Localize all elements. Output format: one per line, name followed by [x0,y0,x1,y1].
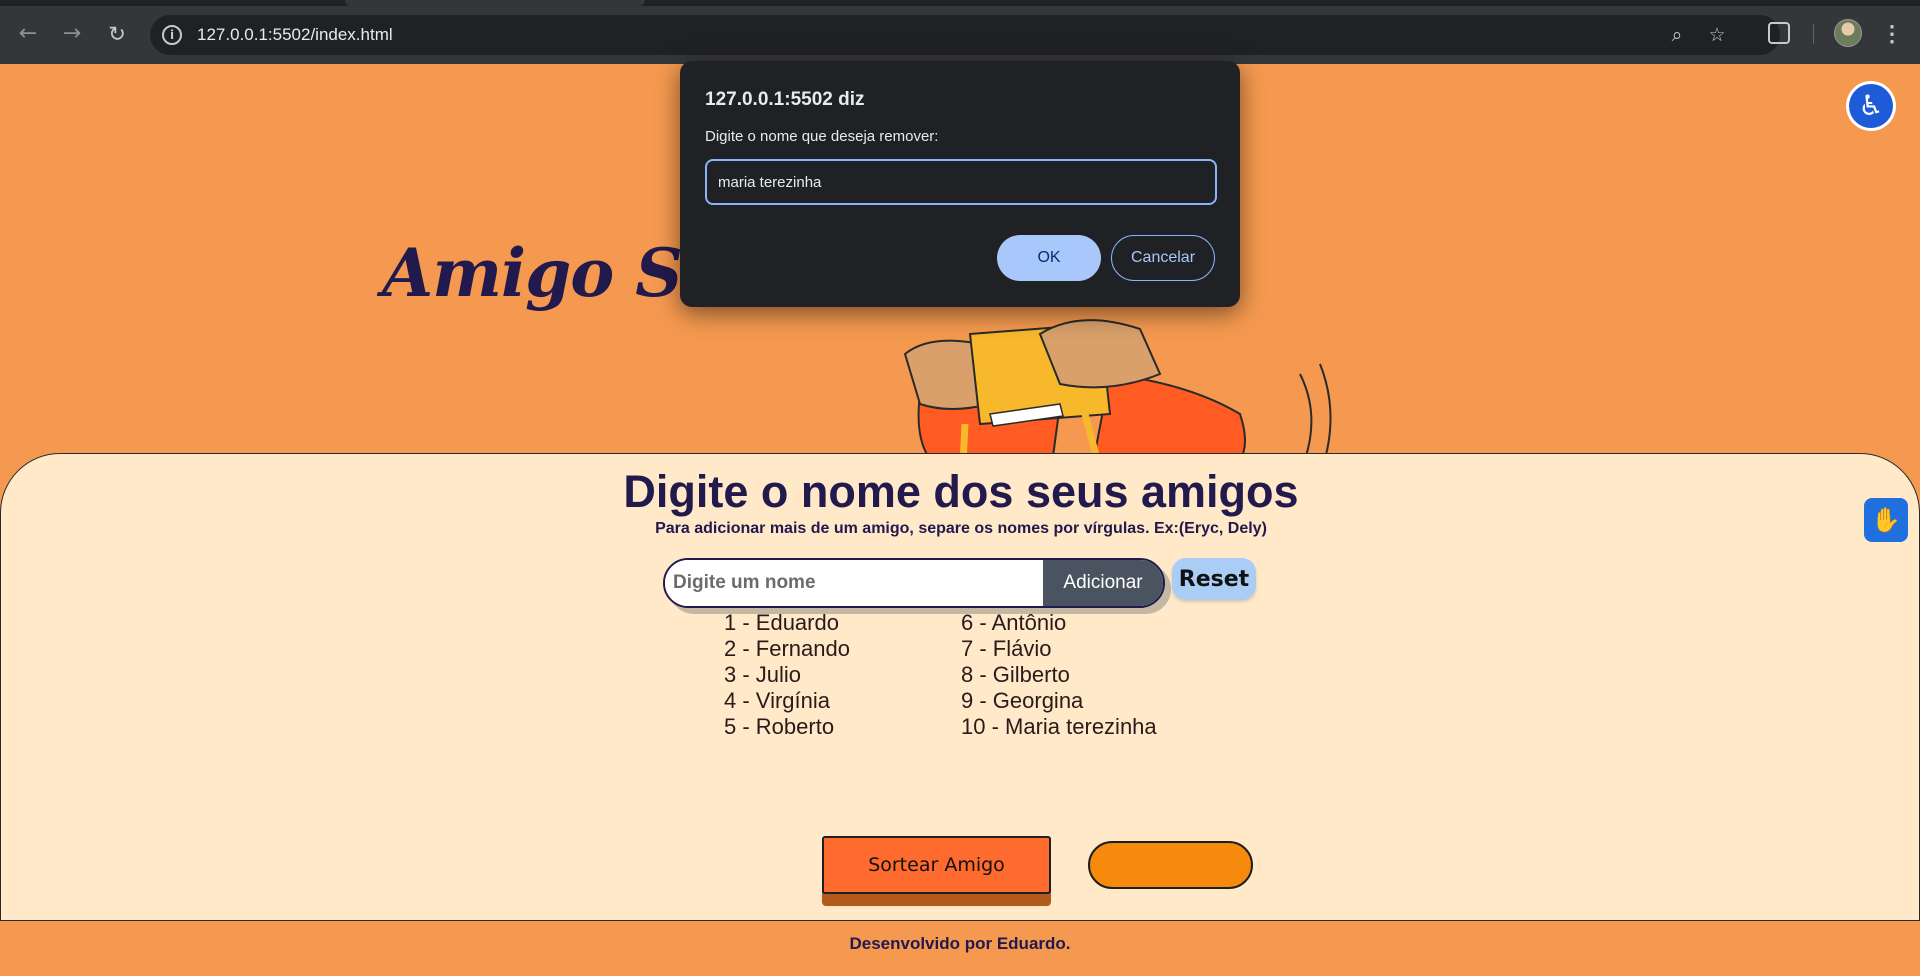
draw-friend-label: Sortear Amigo [822,836,1051,894]
list-item: 4 - Virgínia [724,688,830,713]
sign-language-icon[interactable]: ✋ [1864,498,1908,542]
prompt-dialog: 127.0.0.1:5502 diz Digite o nome que des… [680,61,1240,307]
accessibility-icon: ♿ [1849,84,1893,128]
zoom-icon[interactable]: ⌕ [1665,23,1689,47]
friends-card: Digite o nome dos seus amigos Para adici… [0,453,1920,921]
friends-list-column-1: 1 - Eduardo 2 - Fernando 3 - Julio 4 - V… [724,610,850,740]
toolbar-divider [1813,24,1814,44]
accessibility-button[interactable]: ♿ [1846,81,1896,131]
dialog-title: 127.0.0.1:5502 diz [705,89,865,110]
card-subtitle: Para adicionar mais de um amigo, separe … [655,520,1267,537]
site-info-icon[interactable]: i [162,25,182,45]
address-bar[interactable]: i 127.0.0.1:5502/index.html ⌕ ☆ [150,15,1780,55]
list-item: 9 - Georgina [961,688,1084,713]
orange-action-button[interactable] [1088,841,1253,889]
profile-avatar[interactable] [1834,19,1862,47]
page-footer: Desenvolvido por Eduardo. [0,921,1920,976]
active-tab[interactable] [345,0,645,6]
bookmark-star-icon[interactable]: ☆ [1705,23,1729,47]
list-item: 6 - Antônio [961,610,1067,635]
list-item: 8 - Gilberto [961,662,1070,687]
illustration-hand-right [1038,319,1162,389]
name-input[interactable] [665,560,1043,606]
back-arrow-icon[interactable]: ← [12,18,44,50]
menu-kebab-icon[interactable]: ⋮ [1880,18,1904,50]
browser-toolbar: ← → ↻ i 127.0.0.1:5502/index.html ⌕ ☆ ⋮ [0,0,1920,64]
list-item: 7 - Flávio [961,636,1052,661]
reload-icon[interactable]: ↻ [101,18,133,50]
card-title: Digite o nome dos seus amigos [623,466,1299,517]
name-input-group: Adicionar [663,558,1165,608]
dialog-message: Digite o nome que deseja remover: [705,128,939,145]
draw-friend-button[interactable]: Sortear Amigo [822,836,1051,906]
extensions-icon[interactable] [1768,22,1790,44]
url-text[interactable]: 127.0.0.1:5502/index.html [197,25,393,45]
forward-arrow-icon[interactable]: → [56,18,88,50]
reset-button[interactable]: Reset [1172,558,1256,600]
list-item: 2 - Fernando [724,636,850,661]
list-item: 3 - Julio [724,662,802,687]
tab-strip [0,0,1920,6]
cancel-button[interactable]: Cancelar [1111,235,1215,281]
list-item: 10 - Maria terezinha [961,714,1157,739]
add-friend-button[interactable]: Adicionar [1043,560,1163,606]
list-item: 5 - Roberto [724,714,835,739]
dialog-input[interactable] [705,159,1217,205]
friends-list-column-2: 6 - Antônio 7 - Flávio 8 - Gilberto 9 - … [961,610,1157,740]
ok-button[interactable]: OK [997,235,1101,281]
list-item: 1 - Eduardo [724,610,839,635]
